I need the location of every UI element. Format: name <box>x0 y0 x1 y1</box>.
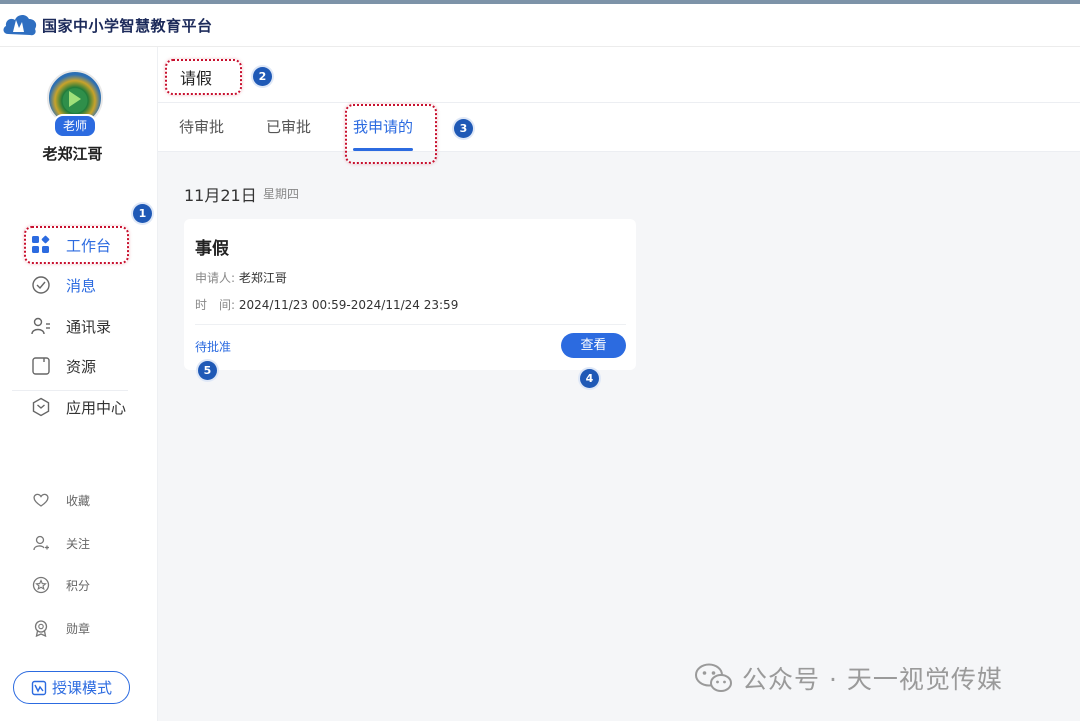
sidebar-item-label: 收藏 <box>66 493 91 508</box>
sidebar-item-label: 关注 <box>66 536 91 551</box>
sidebar-item-medals[interactable]: 勋章 <box>32 617 90 639</box>
app-center-icon <box>30 396 52 418</box>
marker-1: 1 <box>133 204 152 223</box>
group-date: 11月21日 <box>184 186 257 205</box>
sidebar-item-label: 应用中心 <box>66 398 127 417</box>
sidebar-divider <box>12 390 128 391</box>
avatar-play-icon <box>69 91 81 107</box>
sidebar-item-label: 积分 <box>66 578 91 593</box>
highlight-my-requests-tab <box>345 104 437 164</box>
wechat-icon <box>694 662 734 694</box>
leave-type-title: 事假 <box>195 239 229 259</box>
status-badge: 待批准 <box>195 340 232 354</box>
sidebar-item-label: 资源 <box>66 357 97 376</box>
medal-icon <box>32 619 50 637</box>
applicant-value: 老郑江哥 <box>238 271 287 285</box>
marker-3: 3 <box>454 119 473 138</box>
username: 老郑江哥 <box>42 145 103 163</box>
watermark: 公众号 · 天一视觉传媒 <box>694 660 1003 696</box>
sidebar-item-resources[interactable]: 资源 <box>30 353 96 379</box>
watermark-text: 公众号 · 天一视觉传媒 <box>742 665 1003 694</box>
cloud-logo-icon[interactable] <box>2 10 38 40</box>
highlight-workbench <box>24 226 129 264</box>
time-value: 2024/11/23 00:59-2024/11/24 23:59 <box>238 298 459 312</box>
role-badge: 老师 <box>53 114 97 138</box>
sidebar-item-favorites[interactable]: 收藏 <box>32 489 90 511</box>
page-header <box>158 47 1080 103</box>
time-label: 时 间: <box>195 298 236 312</box>
sidebar-item-points[interactable]: 积分 <box>32 574 90 596</box>
points-icon <box>32 576 50 594</box>
sidebar-item-label: 勋章 <box>66 621 91 636</box>
sidebar-item-app-center[interactable]: 应用中心 <box>30 394 126 420</box>
marker-2: 2 <box>253 67 272 86</box>
message-icon <box>30 274 52 296</box>
card-divider <box>195 324 626 325</box>
tab-pending-approval[interactable]: 待审批 <box>179 116 224 137</box>
brand-title[interactable]: 国家中小学智慧教育平台 <box>42 15 213 36</box>
marker-4: 4 <box>580 369 599 388</box>
applicant-label: 申请人: <box>195 271 236 285</box>
teaching-mode-icon <box>31 680 47 696</box>
sidebar-item-contacts[interactable]: 通讯录 <box>30 313 111 339</box>
sidebar-item-follow[interactable]: 关注 <box>32 532 90 554</box>
view-button[interactable]: 查看 <box>561 333 626 358</box>
marker-5: 5 <box>198 361 217 380</box>
tab-approved[interactable]: 已审批 <box>266 116 311 137</box>
time-field: 时 间: 2024/11/23 00:59-2024/11/24 23:59 <box>195 296 458 313</box>
group-weekday: 星期四 <box>263 187 300 201</box>
follow-icon <box>32 534 50 552</box>
sidebar-item-label: 消息 <box>66 276 97 295</box>
heart-icon <box>32 491 50 509</box>
highlight-page-title <box>165 59 242 95</box>
sidebar-item-label: 通讯录 <box>66 317 112 336</box>
top-header: 国家中小学智慧教育平台 <box>0 4 1080 47</box>
teaching-mode-label: 授课模式 <box>51 679 112 697</box>
teaching-mode-button[interactable]: 授课模式 <box>13 671 130 704</box>
sidebar-item-messages[interactable]: 消息 <box>30 272 96 298</box>
contacts-icon <box>30 315 52 337</box>
resource-icon <box>30 355 52 377</box>
applicant-field: 申请人: 老郑江哥 <box>195 269 287 286</box>
